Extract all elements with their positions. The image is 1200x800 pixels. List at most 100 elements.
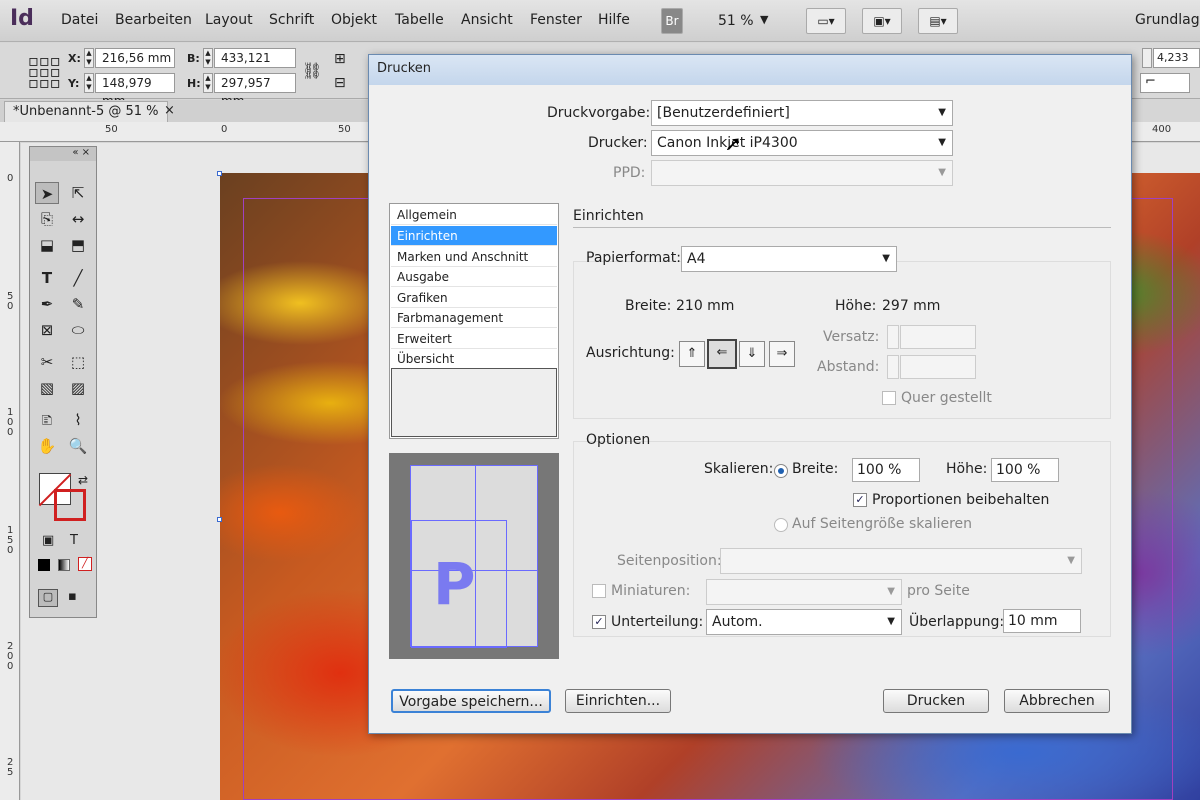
- scale-width-radio[interactable]: [774, 464, 788, 478]
- x-spinner[interactable]: ▲ ▼: [84, 48, 94, 68]
- proportions-checkbox[interactable]: ✓: [853, 493, 867, 507]
- reverse-portrait-orientation-icon[interactable]: ⇓: [739, 341, 765, 367]
- x-field[interactable]: 216,56 mm: [95, 48, 175, 68]
- category-farbmanagement[interactable]: Farbmanagement: [391, 308, 557, 328]
- document-tab[interactable]: *Unbenannt-5 @ 51 %: [4, 101, 168, 122]
- ellipse-tool-icon[interactable]: ⬭: [66, 319, 90, 341]
- scale-x-icon[interactable]: ⊞: [334, 51, 346, 67]
- view-options-button[interactable]: ▭▾: [806, 8, 846, 34]
- constrain-proportions-icon[interactable]: ⛓: [302, 61, 322, 80]
- stroke-spinner[interactable]: [1142, 48, 1152, 68]
- preview-mode-icon[interactable]: ▪: [68, 589, 77, 604]
- rectangle-frame-tool-icon[interactable]: ⊠: [35, 319, 59, 341]
- workspace-switcher[interactable]: Grundlage: [1135, 12, 1200, 28]
- tools-panel-header[interactable]: « ×: [30, 147, 96, 161]
- gap-tool-icon[interactable]: ↔: [66, 208, 90, 230]
- print-button[interactable]: Drucken: [883, 689, 989, 713]
- swap-colors-icon[interactable]: ⇄: [78, 473, 88, 487]
- menu-datei[interactable]: Datei: [61, 12, 98, 28]
- category-uebersicht[interactable]: Übersicht: [391, 349, 557, 369]
- content-collector-icon[interactable]: ⬓: [35, 234, 59, 256]
- tile-checkbox[interactable]: ✓: [592, 615, 606, 629]
- zoom-tool-icon[interactable]: 🔍: [66, 435, 90, 457]
- stroke-swatch[interactable]: [54, 489, 86, 521]
- selection-handle[interactable]: [217, 517, 222, 522]
- offset-spinner[interactable]: [887, 325, 899, 349]
- menu-objekt[interactable]: Objekt: [331, 12, 377, 28]
- portrait-orientation-icon[interactable]: ⇑: [679, 341, 705, 367]
- direct-selection-tool-icon[interactable]: ⇱: [66, 182, 90, 204]
- setup-button[interactable]: Einrichten...: [565, 689, 671, 713]
- height-spinner[interactable]: ▲ ▼: [203, 73, 213, 93]
- apply-color-icon[interactable]: [38, 559, 50, 571]
- category-erweitert[interactable]: Erweitert: [391, 329, 557, 349]
- page-position-dropdown[interactable]: ▼: [720, 548, 1082, 574]
- gradient-feather-tool-icon[interactable]: ▨: [66, 377, 90, 399]
- category-allgemein[interactable]: Allgemein: [391, 205, 557, 225]
- scale-y-icon[interactable]: ⊟: [334, 75, 346, 91]
- preset-dropdown[interactable]: [Benutzerdefiniert] ▼: [651, 100, 953, 126]
- formatting-text-icon[interactable]: T: [70, 533, 78, 548]
- thumbnails-dropdown[interactable]: ▼: [706, 579, 902, 605]
- height-field[interactable]: 297,957 mm: [214, 73, 296, 108]
- width-field[interactable]: 433,121 mm: [214, 48, 296, 83]
- y-field[interactable]: 148,979 mm: [95, 73, 175, 108]
- width-spinner[interactable]: ▲ ▼: [203, 48, 213, 68]
- ppd-dropdown[interactable]: ▼: [651, 160, 953, 186]
- gap-spinner[interactable]: [887, 355, 899, 379]
- close-tab-icon[interactable]: ×: [164, 103, 175, 118]
- screen-mode-button[interactable]: ▣▾: [862, 8, 902, 34]
- normal-view-icon[interactable]: ▢: [38, 589, 58, 607]
- landscape-orientation-icon[interactable]: ⇐: [707, 339, 737, 369]
- gap-field[interactable]: [900, 355, 976, 379]
- content-placer-icon[interactable]: ⬒: [66, 234, 90, 256]
- category-ausgabe[interactable]: Ausgabe: [391, 267, 557, 287]
- type-tool-icon[interactable]: T: [35, 267, 59, 289]
- category-einrichten[interactable]: Einrichten: [391, 226, 557, 246]
- offset-field[interactable]: [900, 325, 976, 349]
- printer-dropdown[interactable]: Canon Inkjet iP4300 ▼: [651, 130, 953, 156]
- scale-width-field[interactable]: 100 %: [852, 458, 920, 482]
- line-tool-icon[interactable]: ╱: [66, 267, 90, 289]
- stroke-weight-field[interactable]: 4,233 m: [1153, 48, 1200, 82]
- tile-dropdown[interactable]: Autom. ▼: [706, 609, 902, 635]
- eyedropper-tool-icon[interactable]: ⌇: [66, 409, 90, 431]
- apply-none-icon[interactable]: ╱: [78, 557, 92, 571]
- gradient-swatch-tool-icon[interactable]: ▧: [35, 377, 59, 399]
- reverse-landscape-orientation-icon[interactable]: ⇒: [769, 341, 795, 367]
- selection-handle[interactable]: [217, 171, 222, 176]
- category-marken[interactable]: Marken und Anschnitt: [391, 247, 557, 267]
- cancel-button[interactable]: Abbrechen: [1004, 689, 1110, 713]
- apply-gradient-icon[interactable]: [58, 559, 70, 571]
- menu-fenster[interactable]: Fenster: [530, 12, 582, 28]
- selection-tool-icon[interactable]: ➤: [35, 182, 59, 204]
- menu-schrift[interactable]: Schrift: [269, 12, 314, 28]
- reference-point-icon[interactable]: ▫▫▫ ▫▫▫ ▫▫▫: [28, 53, 61, 91]
- zoom-level[interactable]: 51 %: [718, 13, 754, 29]
- menu-ansicht[interactable]: Ansicht: [461, 12, 513, 28]
- zoom-dropdown-icon[interactable]: ▼: [760, 13, 768, 26]
- pen-tool-icon[interactable]: ✒: [35, 293, 59, 315]
- menu-tabelle[interactable]: Tabelle: [395, 12, 444, 28]
- menu-hilfe[interactable]: Hilfe: [598, 12, 630, 28]
- menu-bearbeiten[interactable]: Bearbeiten: [115, 12, 192, 28]
- formatting-container-icon[interactable]: ▣: [42, 533, 54, 548]
- stroke-type-dropdown[interactable]: ⌐: [1140, 73, 1190, 93]
- category-grafiken[interactable]: Grafiken: [391, 288, 557, 308]
- note-tool-icon[interactable]: 🗈: [35, 409, 59, 431]
- menu-layout[interactable]: Layout: [205, 12, 253, 28]
- hand-tool-icon[interactable]: ✋: [35, 435, 59, 457]
- scissors-tool-icon[interactable]: ✂: [35, 351, 59, 373]
- fit-page-radio[interactable]: [774, 518, 788, 532]
- paper-size-dropdown[interactable]: A4 ▼: [681, 246, 897, 272]
- thumbnails-checkbox[interactable]: [592, 584, 606, 598]
- bridge-button[interactable]: Br: [661, 8, 683, 34]
- save-preset-button[interactable]: Vorgabe speichern...: [391, 689, 551, 713]
- overlap-field[interactable]: 10 mm: [1003, 609, 1081, 633]
- free-transform-tool-icon[interactable]: ⬚: [66, 351, 90, 373]
- arrange-documents-button[interactable]: ▤▾: [918, 8, 958, 34]
- pencil-tool-icon[interactable]: ✎: [66, 293, 90, 315]
- y-spinner[interactable]: ▲ ▼: [84, 73, 94, 93]
- page-tool-icon[interactable]: ⎘: [35, 208, 59, 230]
- transverse-checkbox[interactable]: [882, 391, 896, 405]
